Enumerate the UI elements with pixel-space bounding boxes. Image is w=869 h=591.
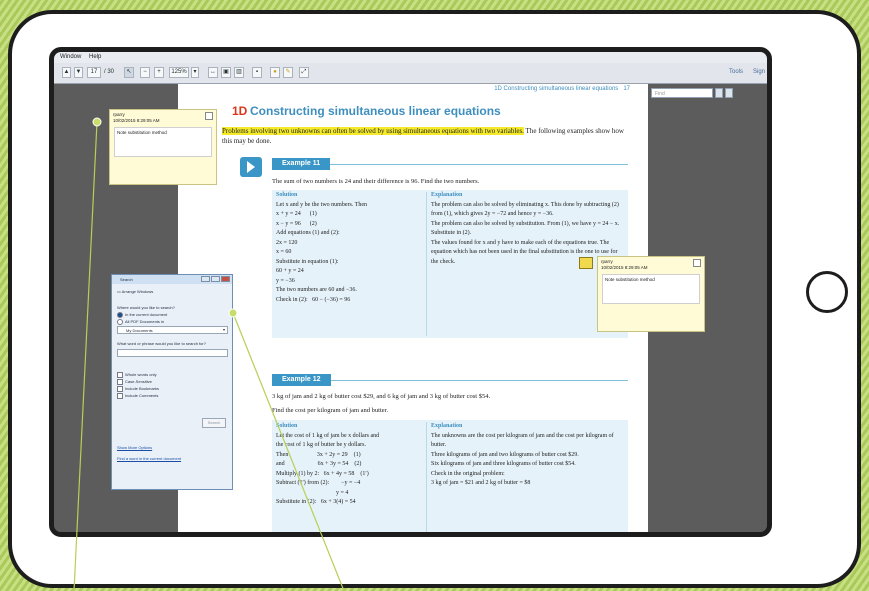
callout-line-middle xyxy=(232,312,345,591)
callout-dot-middle xyxy=(228,308,238,318)
callout-line-left xyxy=(73,121,98,591)
callout-lines xyxy=(73,117,345,591)
callout-dot-left xyxy=(92,117,102,127)
